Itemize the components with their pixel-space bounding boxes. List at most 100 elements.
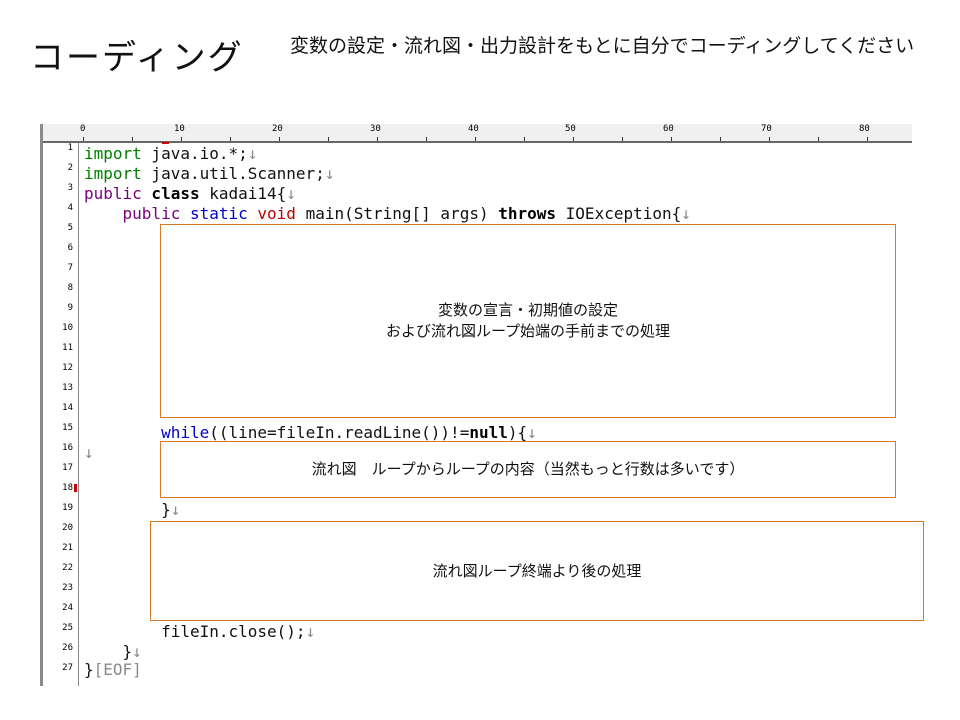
ruler-tick [230,137,231,141]
code-text: IOException{ [556,204,682,223]
line-number: 10 [62,323,73,333]
line-number: 9 [67,303,73,313]
code-text: } [122,642,133,661]
line-number: 14 [62,403,73,413]
newline-mark: ↓ [247,144,258,163]
code-text: ){ [507,423,528,442]
keyword: throws [498,204,557,223]
line-number: 8 [67,283,73,293]
line-number: 23 [62,583,73,593]
box-text: 流れ図ループ終端より後の処理 [432,561,642,580]
line-number-gutter: 1 2 3 4 5 6 7 8 9 10 11 12 13 14 15 16 1… [43,143,79,686]
loop-placeholder-box: 流れ図 ループからループの内容（当然もっと行数は多いです） [160,441,896,498]
line-number: 13 [62,383,73,393]
ruler-label: 20 [272,124,283,134]
keyword: class [141,184,200,203]
ruler-tick [573,137,574,141]
box-text: 流れ図 ループからループの内容（当然もっと行数は多いです） [311,460,745,478]
ruler-tick [769,137,770,141]
box-text: 変数の宣言・初期値の設定 [437,301,618,319]
post-loop-placeholder-box: 流れ図ループ終端より後の処理 [150,521,924,621]
newline-mark: ↓ [324,164,335,183]
code-line-4: public static void main(String[] args) t… [84,204,691,224]
eof-mark: [EOF] [93,660,142,679]
line-number: 3 [67,183,73,193]
line-number: 6 [67,243,73,253]
keyword: public [122,204,181,223]
code-text: kadai14{ [199,184,287,203]
keyword: void [247,204,296,223]
code-line-15: while((line=fileIn.readLine())!=null){↓ [84,423,537,443]
ruler-label: 70 [761,124,772,134]
ruler-label: 10 [174,124,185,134]
code-line-27: }[EOF] [84,660,142,680]
line-number: 4 [67,203,73,213]
declaration-placeholder-box: 変数の宣言・初期値の設定 および流れ図ループ始端の手前までの処理 [160,224,896,418]
code-text: main(String[] args) [295,204,499,223]
line-number: 24 [62,603,73,613]
line-number: 2 [67,163,73,173]
ruler-label: 30 [370,124,381,134]
line-number: 7 [67,263,73,273]
code-line-1: import java.io.*;↓ [84,144,257,164]
code-text: ((line=fileIn.readLine())!= [209,423,470,442]
ruler-tick [818,137,819,141]
ruler-label: 60 [663,124,674,134]
code-text: } [84,660,94,679]
keyword: import [84,164,142,183]
code-text: fileIn.close(); [161,622,306,641]
line-number: 5 [67,223,73,233]
keyword: public [84,184,142,203]
newline-mark: ↓ [84,443,94,462]
code-text: java.util.Scanner; [141,164,325,183]
code-text: java.io.*; [141,144,248,163]
keyword: null [469,423,508,442]
ruler-label: 40 [468,124,479,134]
line-number: 17 [62,463,73,473]
ruler-tick [524,137,525,141]
ruler-tick [671,137,672,141]
line-number: 15 [62,423,73,433]
ruler-tick [426,137,427,141]
slide-title: コーディング [30,38,244,78]
ruler-tick [622,137,623,141]
ruler-tick [132,137,133,141]
newline-mark: ↓ [527,423,537,442]
keyword: while [161,423,210,442]
newline-mark: ↓ [286,184,296,203]
box-text: および流れ図ループ始端の手前までの処理 [385,322,671,340]
line-number: 25 [62,623,73,633]
line-number: 20 [62,523,73,533]
newline-mark: ↓ [170,500,181,519]
newline-mark: ↓ [681,204,691,223]
ruler-label: 80 [859,124,870,134]
line-number: 11 [62,343,73,353]
line-number: 16 [62,443,73,453]
code-text: } [161,500,171,519]
code-line-3: public class kadai14{↓ [84,184,296,204]
line-number: 22 [62,563,73,573]
keyword: import [84,144,142,163]
newline-mark: ↓ [305,622,316,641]
line-number: 12 [62,363,73,373]
ruler-tick [475,137,476,141]
code-line-16: ↓ [84,443,94,463]
line-number: 27 [62,663,73,673]
ruler-tick [867,137,868,141]
ruler-tick [328,137,329,141]
code-line-26: }↓ [84,642,142,662]
ruler-tick [83,137,84,141]
line-number: 18 [62,483,73,493]
newline-mark: ↓ [132,642,142,661]
ruler-tick [181,137,182,141]
ruler-tick [377,137,378,141]
ruler-tick [720,137,721,141]
line-number: 21 [62,543,73,553]
line-number: 19 [62,503,73,513]
column-ruler: 0 10 20 30 40 50 60 70 80 [43,124,912,143]
